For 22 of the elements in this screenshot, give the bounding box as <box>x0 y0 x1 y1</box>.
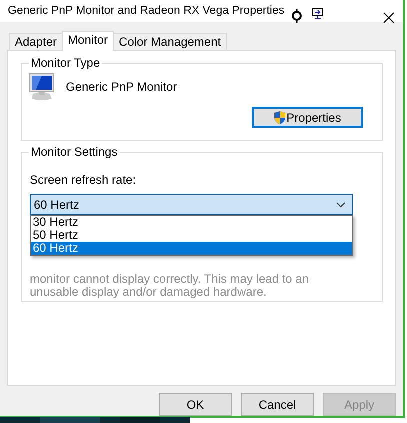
monitor-name: Generic PnP Monitor <box>66 80 178 94</box>
tab[interactable]: Color Management <box>113 33 228 50</box>
chevron-down-icon <box>336 202 346 208</box>
screen-icon[interactable] <box>312 8 324 20</box>
shield-icon <box>274 110 286 124</box>
tab[interactable]: Adapter <box>9 33 64 50</box>
properties-button[interactable]: Properties <box>252 107 363 128</box>
warning-text: monitor cannot display correctly. This may lead to an unusable display and/or damaged hardware. <box>30 273 310 299</box>
dialog-button[interactable]: Cancel <box>241 393 314 416</box>
dropdown-option[interactable]: 60 Hertz <box>31 242 352 255</box>
cursor-icon <box>291 9 303 23</box>
group-heading: Monitor Type <box>29 56 102 70</box>
refresh-rate-dropdown[interactable]: 60 Hertz <box>30 194 353 215</box>
dropdown-option[interactable]: 30 Hertz <box>31 216 352 229</box>
monitor-icon <box>28 72 56 102</box>
tab[interactable]: Monitor <box>62 31 114 51</box>
window-title: Generic PnP Monitor and Radeon RX Vega Properties <box>8 5 285 17</box>
dialog-button[interactable]: OK <box>159 393 232 416</box>
close-icon[interactable] <box>383 12 395 24</box>
dropdown-option[interactable]: 50 Hertz <box>31 229 352 242</box>
group-heading: Monitor Settings <box>29 145 120 159</box>
field-label: Screen refresh rate: <box>30 173 138 187</box>
